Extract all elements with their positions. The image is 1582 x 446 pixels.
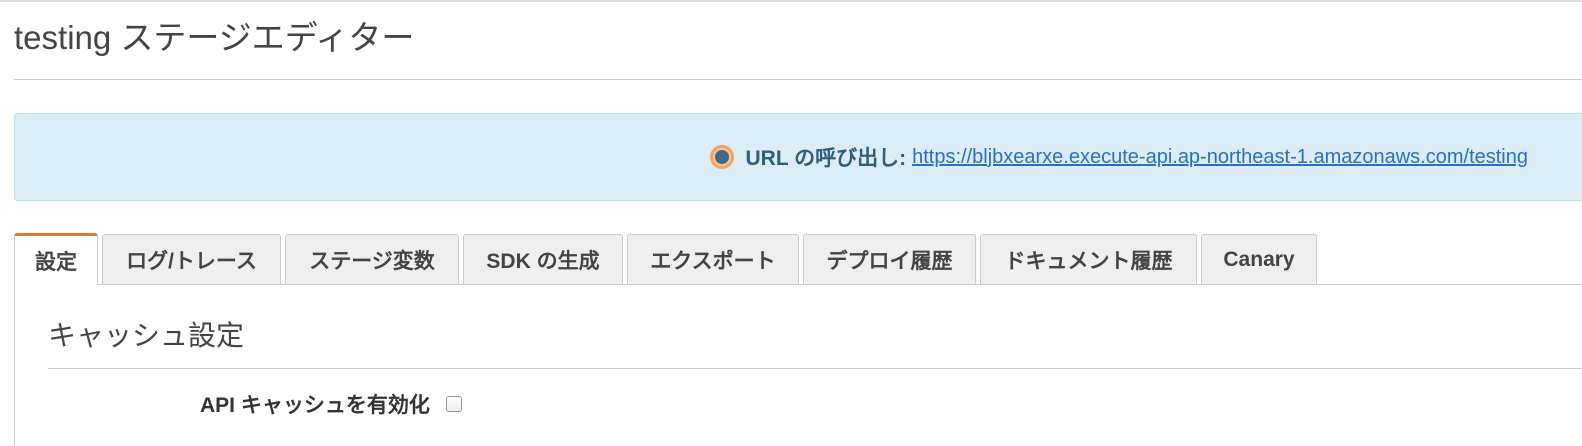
tab-export[interactable]: エクスポート xyxy=(627,234,799,285)
panel-left-border xyxy=(14,284,15,446)
invoke-url-banner: URL の呼び出し: https://bljbxearxe.execute-ap… xyxy=(14,113,1582,201)
tab-canary[interactable]: Canary xyxy=(1201,234,1317,285)
page-title: testing ステージエディター xyxy=(14,19,415,56)
tab-documentation-history[interactable]: ドキュメント履歴 xyxy=(980,234,1197,285)
tab-logs-tracing[interactable]: ログ/トレース xyxy=(102,234,281,285)
cache-settings-title: キャッシュ設定 xyxy=(48,320,245,351)
title-divider xyxy=(14,79,1582,80)
top-border xyxy=(0,0,1582,2)
enable-cache-label: API キャッシュを有効化 xyxy=(200,394,430,417)
status-dot-icon xyxy=(709,145,734,169)
tab-settings[interactable]: 設定 xyxy=(14,233,98,285)
tab-strip-divider xyxy=(14,284,1582,285)
invoke-url-link[interactable]: https://bljbxearxe.execute-api.ap-northe… xyxy=(912,146,1528,169)
section-divider xyxy=(48,368,1582,369)
stage-tabs: 設定 ログ/トレース ステージ変数 SDK の生成 エクスポート デプロイ履歴 … xyxy=(14,233,1321,285)
enable-cache-row: API キャッシュを有効化 xyxy=(200,388,462,420)
tab-sdk-generation[interactable]: SDK の生成 xyxy=(463,234,623,285)
tab-stage-variables[interactable]: ステージ変数 xyxy=(285,234,459,285)
invoke-url-label: URL の呼び出し: xyxy=(745,147,907,170)
tab-deployment-history[interactable]: デプロイ履歴 xyxy=(803,234,976,285)
invoke-url-content: URL の呼び出し: https://bljbxearxe.execute-ap… xyxy=(709,114,1528,200)
enable-cache-checkbox[interactable] xyxy=(445,396,462,412)
